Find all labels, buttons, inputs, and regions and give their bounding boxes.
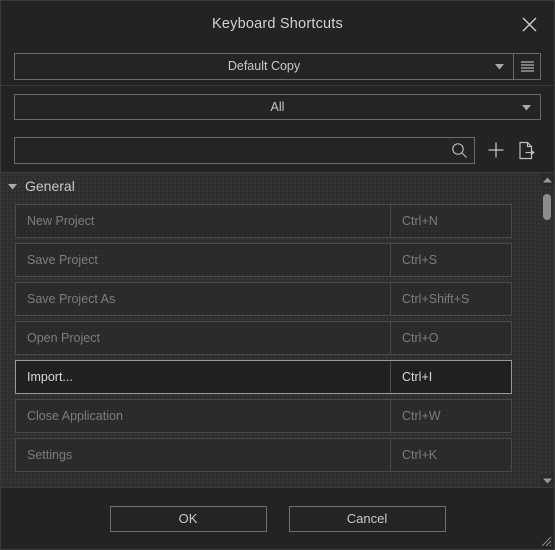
search-row <box>14 128 541 172</box>
chevron-down-icon <box>495 57 504 75</box>
filter-row: All <box>14 86 541 128</box>
shortcut-row[interactable]: Save Project Ctrl+S <box>15 243 512 277</box>
shortcut-row[interactable]: Close Application Ctrl+W <box>15 399 512 433</box>
category-filter-dropdown[interactable]: All <box>14 94 541 120</box>
search-icon[interactable] <box>448 139 470 161</box>
shortcut-action-label: Open Project <box>16 322 391 354</box>
shortcut-list-content: General New Project Ctrl+N Save Project Ctr… <box>1 173 540 487</box>
shortcut-row[interactable]: Save Project As Ctrl+Shift+S <box>15 282 512 316</box>
shortcut-row[interactable]: Open Project Ctrl+O <box>15 321 512 355</box>
shortcut-key-binding[interactable]: Ctrl+K <box>391 439 511 471</box>
shortcut-action-label: Import... <box>16 361 391 393</box>
dialog-footer: OK Cancel <box>1 487 554 549</box>
ok-button[interactable]: OK <box>109 505 267 532</box>
shortcut-row[interactable]: New Project Ctrl+N <box>15 204 512 238</box>
group-label: General <box>25 178 75 194</box>
shortcut-action-label: Save Project As <box>16 283 391 315</box>
resize-grip-icon[interactable] <box>538 533 552 547</box>
triangle-down-icon[interactable] <box>8 177 17 195</box>
shortcut-action-label: Save Project <box>16 244 391 276</box>
shortcut-rows: New Project Ctrl+N Save Project Ctrl+S Save … <box>1 204 540 472</box>
shortcut-action-label: New Project <box>16 205 391 237</box>
shortcut-list: General New Project Ctrl+N Save Project Ctr… <box>1 172 554 487</box>
scroll-down-arrow-icon[interactable] <box>540 474 554 487</box>
chevron-down-icon <box>522 98 531 116</box>
dialog-titlebar: Keyboard Shortcuts <box>1 1 554 47</box>
search-input[interactable] <box>21 137 448 163</box>
search-field[interactable] <box>14 136 475 164</box>
cancel-button[interactable]: Cancel <box>288 505 446 532</box>
shortcut-key-binding[interactable]: Ctrl+W <box>391 400 511 432</box>
scrollbar-track[interactable] <box>540 186 554 474</box>
shortcut-key-binding[interactable]: Ctrl+O <box>391 322 511 354</box>
list-scrollbar[interactable] <box>540 173 554 487</box>
shortcut-key-binding[interactable]: Ctrl+I <box>391 361 511 393</box>
scroll-up-arrow-icon[interactable] <box>540 173 554 186</box>
shortcut-key-binding[interactable]: Ctrl+Shift+S <box>391 283 511 315</box>
profile-row: Default Copy <box>14 47 541 85</box>
dialog-title: Keyboard Shortcuts <box>212 16 343 32</box>
export-document-icon[interactable] <box>511 136 541 164</box>
shortcut-key-binding[interactable]: Ctrl+N <box>391 205 511 237</box>
shortcut-action-label: Close Application <box>16 400 391 432</box>
profile-section: Default Copy <box>1 47 554 85</box>
shortcut-row[interactable]: Settings Ctrl+K <box>15 438 512 472</box>
plus-icon[interactable] <box>481 136 511 164</box>
filter-search-section: All <box>1 86 554 172</box>
group-header-general[interactable]: General <box>1 173 540 199</box>
keyboard-shortcuts-dialog: Keyboard Shortcuts Default Copy All Gene… <box>0 0 555 550</box>
close-icon[interactable] <box>512 7 546 41</box>
hamburger-menu-icon[interactable] <box>514 52 541 80</box>
shortcut-key-binding[interactable]: Ctrl+S <box>391 244 511 276</box>
scrollbar-thumb[interactable] <box>543 194 551 220</box>
profile-dropdown[interactable]: Default Copy <box>14 52 514 80</box>
shortcut-action-label: Settings <box>16 439 391 471</box>
category-filter-value: All <box>270 100 285 114</box>
shortcut-row[interactable]: Import... Ctrl+I <box>15 360 512 394</box>
profile-dropdown-value: Default Copy <box>227 59 301 73</box>
